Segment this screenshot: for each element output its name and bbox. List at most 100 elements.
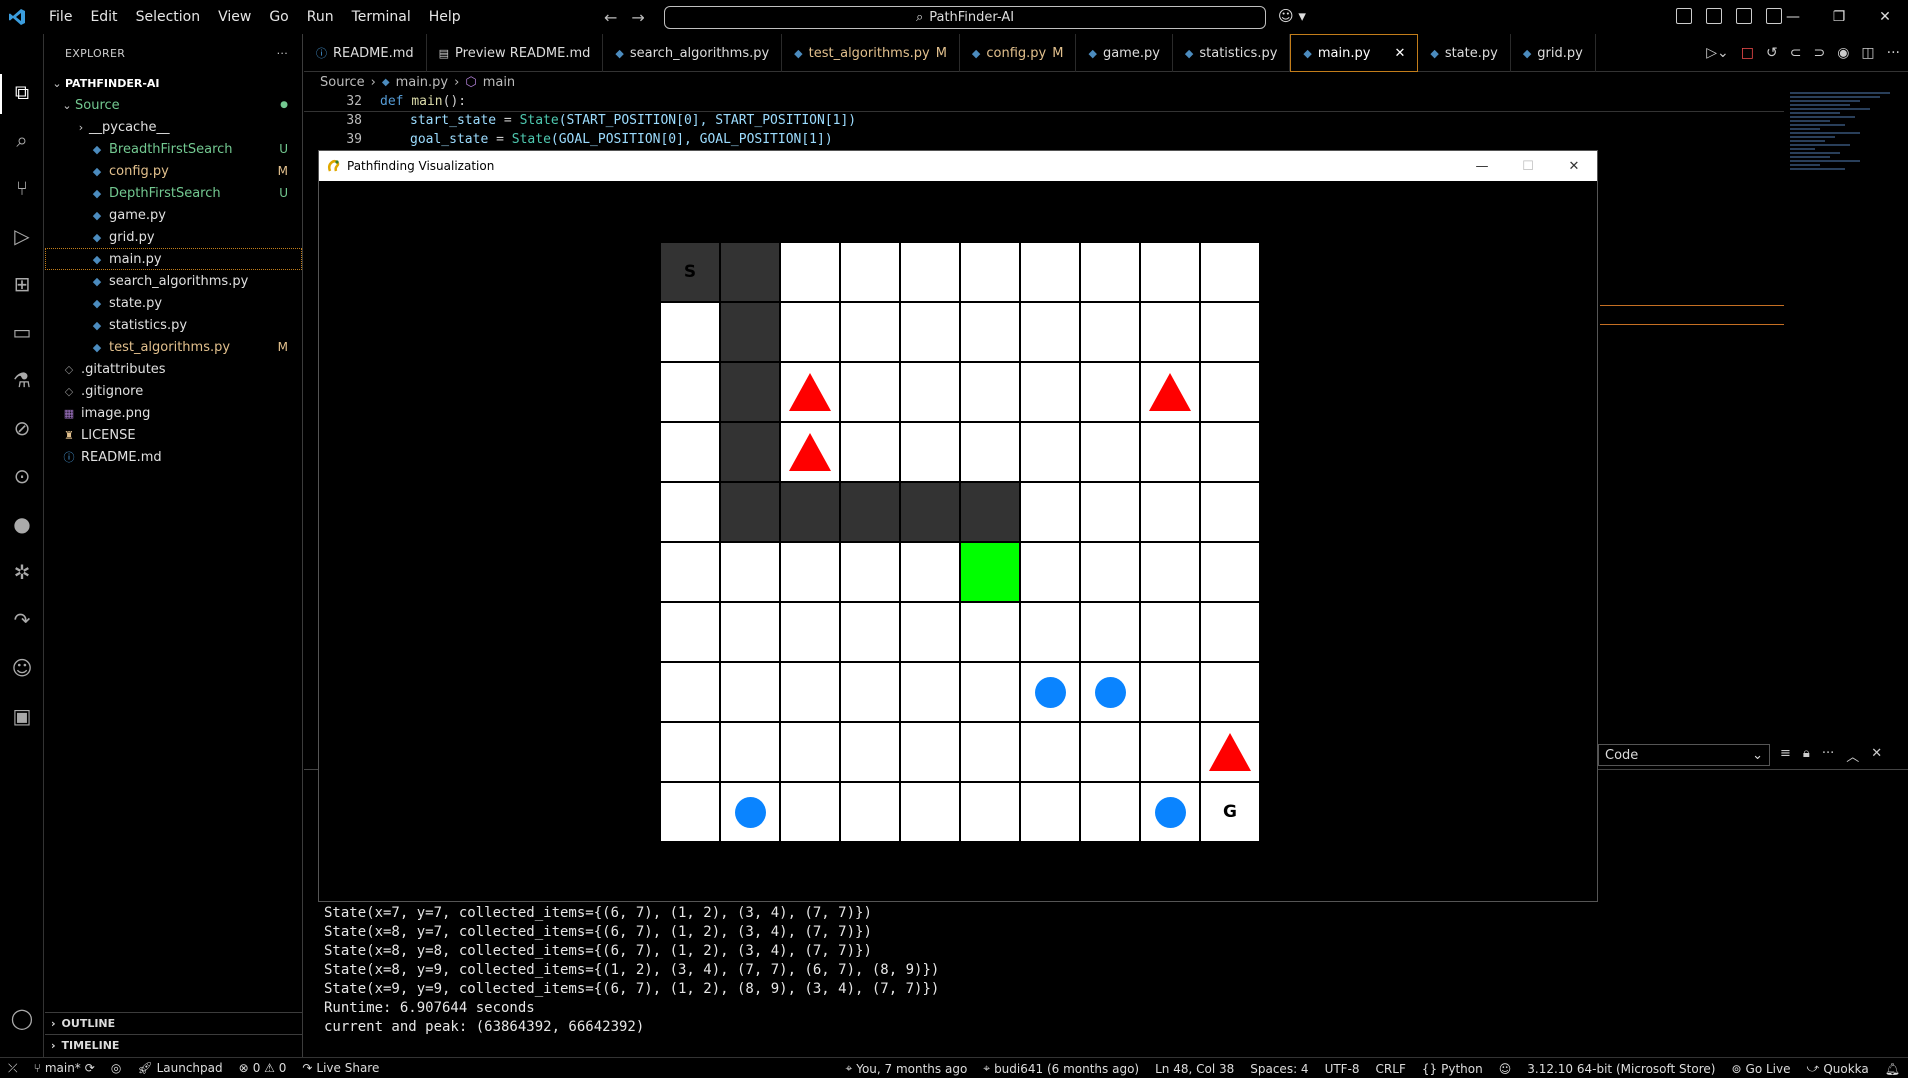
minimize-icon[interactable]: —	[1770, 0, 1816, 34]
cursor-position[interactable]: Ln 48, Col 38	[1147, 1062, 1242, 1076]
extensions-icon[interactable]: ⊞	[8, 270, 36, 298]
containers-icon[interactable]: ▣	[8, 702, 36, 730]
tab-grid[interactable]: ◆ grid.py	[1511, 34, 1596, 72]
quokka-status[interactable]: ⤻ Quokka	[1799, 1061, 1877, 1076]
tree-item-main[interactable]: ◆ main.py	[45, 248, 302, 270]
step-forward-icon[interactable]: ⊃	[1813, 45, 1825, 61]
close-panel-icon[interactable]: ✕	[1871, 746, 1882, 765]
pygame-title-bar[interactable]: Pathfinding Visualization — ☐ ✕	[319, 151, 1597, 181]
python-interpreter[interactable]: 3.12.10 64-bit (Microsoft Store)	[1519, 1062, 1723, 1076]
tab-readme[interactable]: ⓘ README.md	[304, 34, 427, 72]
run-debug-icon[interactable]: ▷	[8, 222, 36, 250]
more-actions-icon[interactable]: ···	[1822, 746, 1834, 765]
command-center-search[interactable]: ⌕ PathFinder-AI	[664, 6, 1266, 29]
gitlens-status-icon[interactable]: ◎	[103, 1061, 129, 1075]
source-control-icon[interactable]: ⑂	[8, 174, 36, 202]
branch-indicator[interactable]: ⑂ main* ⟳	[26, 1061, 103, 1075]
output-channel-select[interactable]: Code ⌄	[1598, 744, 1770, 766]
tree-item-test-algorithms[interactable]: ◆ test_algorithms.py M	[45, 336, 302, 358]
breadcrumb-folder[interactable]: Source	[320, 75, 365, 90]
tab-game[interactable]: ◆ game.py	[1076, 34, 1173, 72]
encoding-status[interactable]: UTF-8	[1317, 1062, 1368, 1076]
minimap[interactable]	[1790, 92, 1908, 252]
tree-item-gitattributes[interactable]: ◇ .gitattributes	[45, 358, 302, 380]
github-icon[interactable]: ●	[8, 510, 36, 538]
tree-item-readme[interactable]: ⓘ README.md	[45, 446, 302, 468]
commit-author-status[interactable]: ⌖ budi641 (6 months ago)	[975, 1061, 1147, 1076]
menu-help[interactable]: Help	[420, 0, 470, 34]
close-icon[interactable]: ✕	[1551, 151, 1597, 181]
clear-output-icon[interactable]: ≡	[1780, 746, 1791, 765]
indentation-status[interactable]: Spaces: 4	[1242, 1062, 1316, 1076]
menu-selection[interactable]: Selection	[127, 0, 210, 34]
tab-statistics[interactable]: ◆ statistics.py	[1173, 34, 1291, 72]
tab-state[interactable]: ◆ state.py	[1418, 34, 1511, 72]
git-blame-status[interactable]: ⌖ You, 7 months ago	[837, 1061, 975, 1076]
remote-explorer-icon[interactable]: ▭	[8, 318, 36, 346]
step-back-icon[interactable]: ⊂	[1790, 45, 1802, 61]
menu-edit[interactable]: Edit	[81, 0, 126, 34]
close-icon[interactable]: ✕	[1862, 0, 1908, 34]
copilot-status-icon[interactable]: ☺	[1491, 1062, 1520, 1076]
tab-preview-readme[interactable]: ▤ Preview README.md	[427, 34, 604, 72]
restart-icon[interactable]: ↺	[1766, 45, 1778, 61]
forward-arrow-icon[interactable]: →	[631, 8, 644, 27]
tree-item-gitignore[interactable]: ◇ .gitignore	[45, 380, 302, 402]
git-graph-icon[interactable]: ⊘	[8, 414, 36, 442]
notifications-bell-icon[interactable]: 🔔︎	[1877, 1062, 1908, 1076]
tree-item-state[interactable]: ◆ state.py	[45, 292, 302, 314]
outline-section[interactable]: › OUTLINE	[45, 1012, 303, 1034]
breadcrumb-file[interactable]: main.py	[396, 75, 449, 90]
tab-test-algorithms[interactable]: ◆ test_algorithms.py M	[782, 34, 960, 72]
go-live-button[interactable]: ⊚ Go Live	[1723, 1062, 1798, 1076]
folder-source[interactable]: ⌄ Source ●	[45, 94, 302, 116]
live-share-icon[interactable]: ↷	[8, 606, 36, 634]
gitlens-icon[interactable]: ⊙	[8, 462, 36, 490]
menu-run[interactable]: Run	[298, 0, 343, 34]
minimize-icon[interactable]: —	[1459, 151, 1505, 181]
stop-icon[interactable]: □	[1741, 45, 1754, 61]
accounts-icon[interactable]: ◯	[8, 1004, 36, 1032]
tree-item-image[interactable]: ▦ image.png	[45, 402, 302, 424]
copilot-chat-icon[interactable]: ☺	[8, 654, 36, 682]
launchpad-status[interactable]: 🚀︎ Launchpad	[129, 1061, 230, 1075]
tree-item-search-algorithms[interactable]: ◆ search_algorithms.py	[45, 270, 302, 292]
customize-layout-icon[interactable]	[1676, 8, 1692, 24]
run-python-icon[interactable]: ▷⌄	[1706, 45, 1729, 61]
language-mode[interactable]: {} Python	[1414, 1062, 1491, 1076]
timeline-section[interactable]: › TIMELINE	[45, 1034, 303, 1056]
restore-icon[interactable]: ❐	[1816, 0, 1862, 34]
eol-status[interactable]: CRLF	[1368, 1062, 1414, 1076]
remote-indicator-icon[interactable]: ⤫	[0, 1061, 26, 1076]
back-arrow-icon[interactable]: ←	[604, 8, 617, 27]
tree-item-license[interactable]: ♜ LICENSE	[45, 424, 302, 446]
copilot-icon[interactable]: ☺ ▾	[1278, 7, 1306, 25]
maximize-panel-icon[interactable]: ︿	[1846, 746, 1859, 765]
tree-item-grid[interactable]: ◆ grid.py	[45, 226, 302, 248]
close-tab-icon[interactable]: ✕	[1394, 46, 1405, 61]
toggle-panel-icon[interactable]	[1736, 8, 1752, 24]
tree-item-config[interactable]: ◆ config.py M	[45, 160, 302, 182]
lock-icon[interactable]: 🔒︎	[1803, 746, 1810, 765]
more-actions-icon[interactable]: ···	[277, 47, 288, 60]
tree-item-pycache[interactable]: › __pycache__	[45, 116, 302, 138]
menu-go[interactable]: Go	[260, 0, 297, 34]
search-icon[interactable]: ⌕	[8, 126, 36, 154]
menu-file[interactable]: File	[40, 0, 81, 34]
kubernetes-icon[interactable]: ✲	[8, 558, 36, 586]
toggle-sidebar-icon[interactable]	[1706, 8, 1722, 24]
tree-item-bfs[interactable]: ◆ BreadthFirstSearch U	[45, 138, 302, 160]
testing-icon[interactable]: ⚗	[8, 366, 36, 394]
split-editor-icon[interactable]: ◫	[1861, 45, 1874, 61]
menu-view[interactable]: View	[209, 0, 260, 34]
tree-item-game[interactable]: ◆ game.py	[45, 204, 302, 226]
more-actions-icon[interactable]: ···	[1887, 45, 1900, 61]
tab-main[interactable]: ◆ main.py ✕	[1290, 34, 1419, 72]
explorer-icon[interactable]: ⧉	[8, 78, 36, 106]
problems-status[interactable]: ⊗ 0 ⚠ 0	[231, 1061, 295, 1075]
copilot-edit-icon[interactable]: ◉	[1837, 45, 1849, 61]
menu-terminal[interactable]: Terminal	[343, 0, 420, 34]
breadcrumb-symbol[interactable]: main	[483, 75, 515, 90]
tree-item-dfs[interactable]: ◆ DepthFirstSearch U	[45, 182, 302, 204]
workspace-root[interactable]: ⌄ PATHFINDER-AI	[45, 72, 302, 94]
